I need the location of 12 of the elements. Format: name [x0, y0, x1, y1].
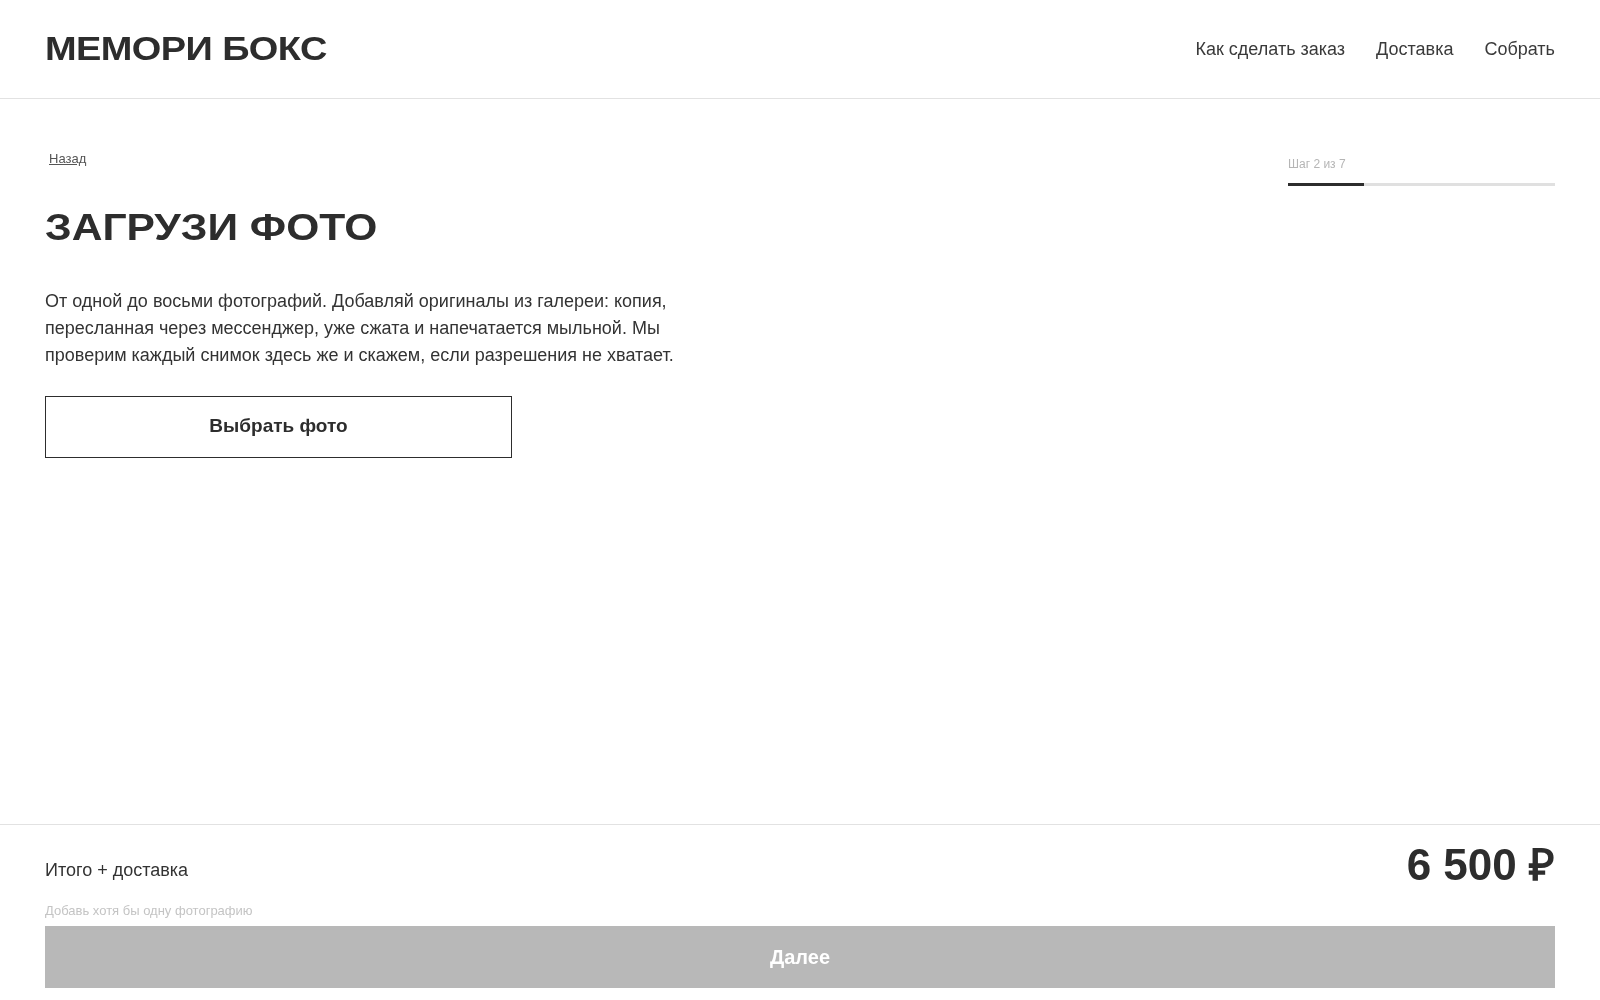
step-counter: Шаг 2 из 7: [1288, 156, 1347, 173]
hint-text: Добавь хотя бы одну фотографию: [45, 901, 254, 920]
site-logo[interactable]: МЕМОРИ БОКС: [45, 24, 327, 74]
choose-photo-button[interactable]: Выбрать фото: [45, 395, 512, 458]
price-text: 6 500 ₽: [1406, 842, 1555, 887]
back-link[interactable]: Назад: [49, 149, 87, 169]
nav-link[interactable]: Как сделать заказ: [1195, 35, 1346, 63]
total-label: Итого + доставка: [45, 858, 189, 882]
nav-link[interactable]: Собрать: [1484, 35, 1555, 63]
description-text: От одной до восьми фотографий. Добавляй оригиналы из галереи: копия, пересланная через мессенджер, уже сжата и напечатается мыльной. Мы проверим каждый снимок здесь же и скажем, если разрешения не хватает.: [45, 289, 675, 367]
page-title: ЗАГРУЗИ ФОТО: [45, 208, 378, 246]
nav-link[interactable]: Доставка: [1376, 35, 1454, 63]
